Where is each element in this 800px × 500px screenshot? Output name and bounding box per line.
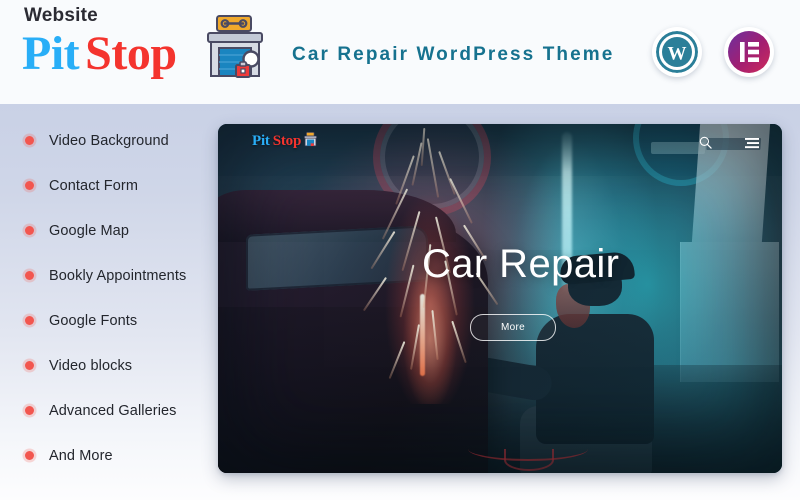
feature-item-bookly-appointments[interactable]: Bookly Appointments [0,253,215,298]
feature-label: And More [49,447,113,464]
bullet-dot-icon [25,181,34,190]
brand-title-first: Pit [22,27,80,80]
scene-vignette [218,124,782,473]
feature-label: Video blocks [49,357,133,374]
preview-nav-icons [699,136,760,154]
garage-wrench-icon [207,15,263,78]
bullet-dot-icon [25,451,34,460]
feature-item-advanced-galleries[interactable]: Advanced Galleries [0,388,215,433]
feature-label: Contact Form [49,177,139,194]
feature-item-google-fonts[interactable]: Google Fonts [0,298,215,343]
content-area: Video Background Contact Form Google Map… [0,104,800,500]
feature-label: Advanced Galleries [49,402,177,419]
feature-label: Bookly Appointments [49,267,187,284]
preview-logo-second: Stop [272,133,302,149]
feature-item-video-blocks[interactable]: Video blocks [0,343,215,388]
feature-label: Google Fonts [49,312,138,329]
elementor-badge[interactable] [724,27,774,77]
platform-badges: W [652,27,774,77]
bullet-dot-icon [25,271,34,280]
svg-text:W: W [668,44,687,65]
feature-list: Video Background Contact Form Google Map… [0,118,215,478]
garage-wrench-icon [303,132,318,153]
preview-hero-title: Car Repair [422,242,620,286]
wordpress-badge[interactable]: W [652,27,702,77]
search-icon[interactable] [699,136,712,154]
page-tagline: Car Repair WordPress Theme [292,44,615,65]
feature-label: Video Background [49,132,169,149]
bullet-dot-icon [25,136,34,145]
brand-title-second: Stop [85,27,177,80]
elementor-icon [740,42,759,62]
hamburger-menu-icon[interactable] [744,136,760,154]
feature-item-and-more[interactable]: And More [0,433,215,478]
bullet-dot-icon [25,316,34,325]
bullet-dot-icon [25,226,34,235]
feature-item-google-map[interactable]: Google Map [0,208,215,253]
wordpress-icon: W [656,31,698,73]
preview-more-button[interactable]: More [470,314,556,341]
bullet-dot-icon [25,361,34,370]
theme-promo-banner: Website Pit Stop Car Repair WordPress Th… [0,0,800,500]
feature-item-contact-form[interactable]: Contact Form [0,163,215,208]
theme-preview-panel[interactable]: Pit Stop Car Repair More [218,124,782,473]
page-header: Website Pit Stop Car Repair WordPress Th… [0,0,800,104]
preview-logo-first: Pit [252,133,270,149]
preview-site-logo[interactable]: Pit Stop [252,132,318,153]
feature-item-video-background[interactable]: Video Background [0,118,215,163]
feature-label: Google Map [49,222,129,239]
bullet-dot-icon [25,406,34,415]
